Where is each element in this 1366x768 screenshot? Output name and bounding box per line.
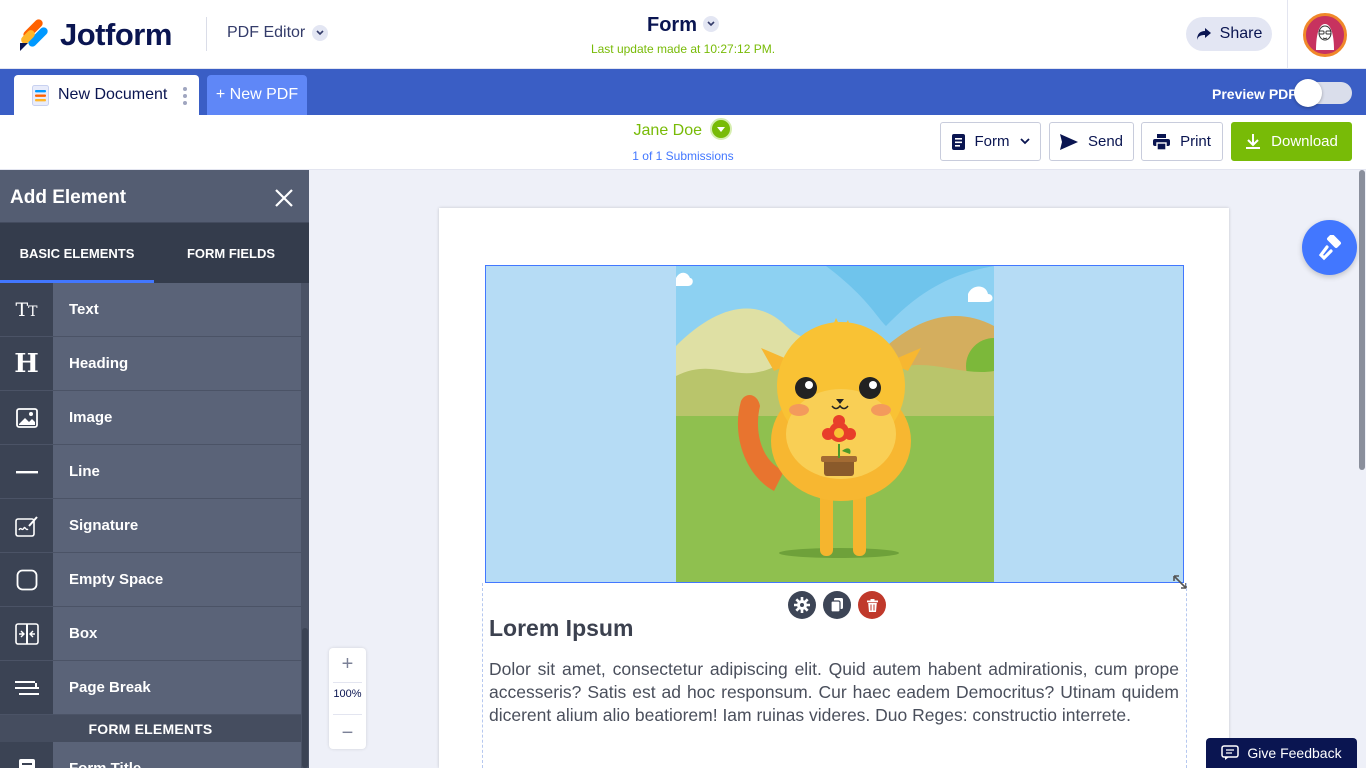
element-item-box[interactable]: Box [0,607,301,661]
chevron-down-icon [1019,138,1030,145]
element-item-label: Signature [53,499,301,553]
download-icon [1246,133,1261,149]
submitter-name[interactable]: Jane Doe [634,122,703,139]
product-menu-button[interactable]: PDF Editor [227,24,329,42]
zoom-level: 100% [333,688,362,700]
print-button-label: Print [1180,133,1211,150]
document-tab[interactable]: New Document [14,75,199,115]
element-item-text[interactable]: TT Text [0,283,301,337]
element-item-line[interactable]: Line [0,445,301,499]
preview-pdf-label: Preview PDF [1212,86,1297,102]
zoom-out-button[interactable]: − [329,719,366,747]
element-item-label: Box [53,607,301,661]
element-item-heading[interactable]: H Heading [0,337,301,391]
form-title-chevron-icon[interactable] [703,16,719,33]
form-elements-section-header: FORM ELEMENTS [0,715,301,742]
preview-pdf-toggle[interactable] [1294,79,1352,107]
element-item-label: Empty Space [53,553,301,607]
document-paragraph[interactable]: Dolor sit amet, consectetur adipiscing e… [489,658,1179,727]
signature-icon [0,499,53,553]
element-item-label: Image [53,391,301,445]
submission-toolbar: Jane Doe 1 of 1 Submissions Form Send Pr… [0,115,1366,170]
text-icon: TT [0,283,53,337]
document-tab-label: New Document [58,86,168,103]
more-options-icon[interactable] [183,87,187,105]
share-label: Share [1219,25,1263,42]
element-item-signature[interactable]: Signature [0,499,301,553]
divider [333,714,362,715]
tab-form-fields[interactable]: FORM FIELDS [154,223,308,283]
give-feedback-label: Give Feedback [1247,745,1342,761]
tab-basic-elements[interactable]: BASIC ELEMENTS [0,223,154,283]
element-item-label: Page Break [53,661,301,715]
heading-icon: H [0,337,53,391]
document-tab-bar: New Document + New PDF Preview PDF [0,69,1366,115]
panel-scrollbar[interactable] [301,283,309,768]
give-feedback-button[interactable]: Give Feedback [1206,738,1357,768]
element-item-empty-space[interactable]: Empty Space [0,553,301,607]
paint-roller-icon [1318,234,1341,260]
share-button[interactable]: Share [1186,17,1272,51]
feedback-icon [1221,745,1240,760]
zoom-control: + 100% − [329,648,366,749]
panel-scrollbar-thumb[interactable] [302,628,308,768]
form-title-area: Form [0,14,1366,37]
element-item-label: Line [53,445,301,499]
cat-illustration [676,266,994,582]
element-item-label: Heading [53,337,301,391]
panel-header: Add Element [0,170,309,223]
editor-canvas: Lorem Ipsum Dolor sit amet, consectetur … [309,170,1366,768]
avatar-illustration [1306,16,1344,54]
zoom-in-button[interactable]: + [329,650,366,678]
last-update-text: Last update made at 10:27:12 PM. [590,42,776,56]
element-list: TT Text H Heading Image Line Signature E… [0,283,301,768]
user-avatar[interactable] [1303,13,1347,57]
form-button[interactable]: Form [940,122,1041,161]
form-title[interactable]: Form [647,14,697,36]
line-icon [0,445,53,499]
box-icon [0,607,53,661]
product-menu-label: PDF Editor [227,24,306,41]
submission-dropdown-icon[interactable] [710,118,733,140]
download-button[interactable]: Download [1231,122,1352,161]
print-button[interactable]: Print [1141,122,1223,161]
send-icon [1059,133,1078,150]
panel-tabs: BASIC ELEMENTS FORM FIELDS [0,223,309,283]
app-header: Jotform PDF Editor Form Last update made… [0,0,1366,69]
share-icon [1196,28,1211,40]
print-icon [1153,133,1171,150]
new-pdf-button[interactable]: + New PDF [207,75,307,115]
form-icon [951,133,965,150]
image-element[interactable] [485,265,1184,583]
document-heading[interactable]: Lorem Ipsum [489,615,633,642]
divider [333,682,362,683]
add-element-panel: Add Element BASIC ELEMENTS FORM FIELDS T… [0,170,309,768]
panel-title: Add Element [10,187,127,208]
chevron-down-icon [312,25,329,41]
document-icon [32,84,49,106]
submission-count[interactable]: 1 of 1 Submissions [632,149,733,163]
designer-paint-roller-button[interactable] [1302,220,1357,275]
page-break-icon [0,661,53,715]
element-item-form-title[interactable]: Form Title [0,742,301,768]
empty-space-icon [0,553,53,607]
element-item-label: Text [53,283,301,337]
element-item-label: Form Title [53,742,301,768]
pdf-page: Lorem Ipsum Dolor sit amet, consectetur … [439,208,1229,768]
canvas-scrollbar[interactable] [1358,170,1366,768]
element-item-image[interactable]: Image [0,391,301,445]
send-button-label: Send [1087,133,1124,150]
element-item-page-break[interactable]: Page Break [0,661,301,715]
close-icon[interactable] [272,186,296,210]
image-icon [0,391,53,445]
toggle-knob [1294,79,1322,107]
form-button-label: Form [974,133,1010,150]
canvas-scrollbar-thumb[interactable] [1359,170,1365,470]
send-button[interactable]: Send [1049,122,1134,161]
header-divider [1287,0,1288,69]
download-button-label: Download [1271,133,1338,150]
form-title-icon [0,742,53,768]
